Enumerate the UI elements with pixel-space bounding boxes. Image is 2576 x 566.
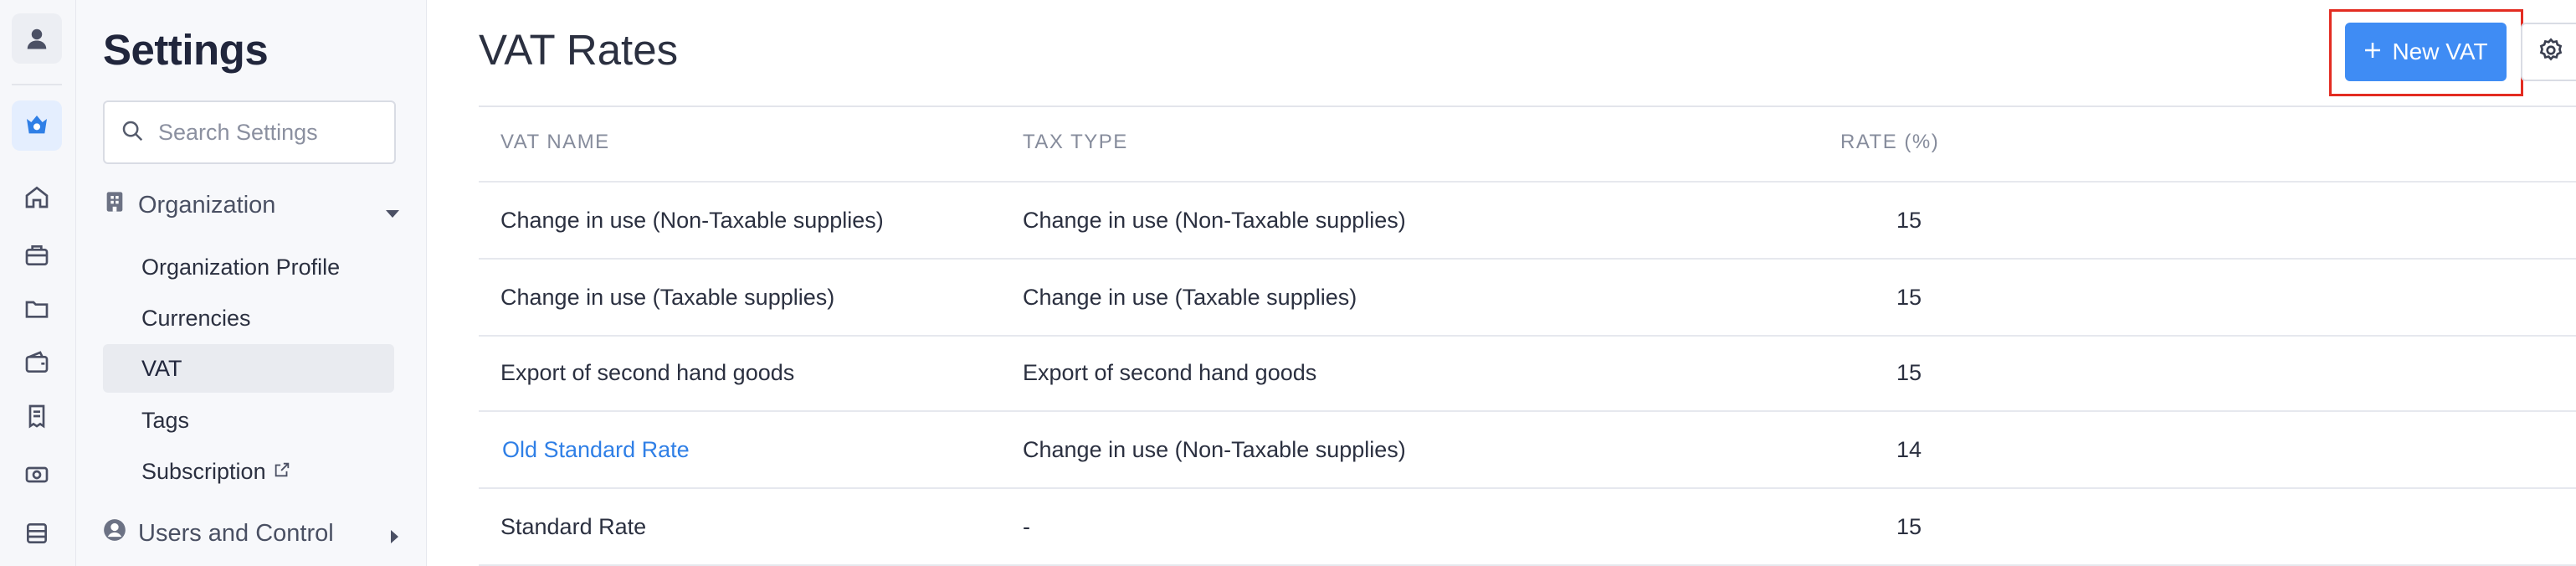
- sidebar-group-users-and-control[interactable]: Users and Control: [103, 512, 401, 554]
- vat-name-cell: Export of second hand goods: [500, 359, 795, 385]
- sidebar-item-label: Currencies: [141, 305, 251, 331]
- rate-cell: 15: [1896, 207, 1922, 233]
- sidebar-item-label: Organization Profile: [141, 254, 341, 280]
- new-vat-button[interactable]: New VAT: [2345, 23, 2507, 81]
- external-link-icon: [273, 459, 291, 485]
- tax-type-cell: Change in use (Taxable supplies): [1023, 284, 1357, 310]
- chevron-right-icon: [389, 524, 401, 552]
- money-icon[interactable]: [13, 450, 61, 499]
- rate-cell: 15: [1896, 284, 1922, 310]
- rail-divider: [12, 84, 62, 85]
- new-vat-label: New VAT: [2392, 39, 2488, 64]
- icon-rail: [0, 0, 76, 566]
- database-icon[interactable]: [13, 509, 61, 558]
- sidebar-group-label: Organization: [138, 191, 276, 219]
- sidebar-item-vat[interactable]: VAT: [103, 344, 394, 393]
- vat-name-link[interactable]: Old Standard Rate: [502, 412, 690, 487]
- rate-cell: 14: [1896, 436, 1922, 462]
- wallet-icon[interactable]: [13, 338, 61, 387]
- home-icon[interactable]: [13, 172, 61, 221]
- settings-sidebar: Settings Organization Organization Profi…: [76, 0, 427, 566]
- chevron-down-icon: [384, 199, 401, 227]
- sidebar-item-organization-profile[interactable]: Organization Profile: [103, 243, 394, 291]
- sidebar-title: Settings: [103, 26, 269, 74]
- table-row[interactable]: Change in use (Taxable supplies) Change …: [479, 260, 2576, 337]
- rate-cell: 15: [1896, 513, 1922, 539]
- sidebar-group-organization[interactable]: Organization: [103, 184, 401, 226]
- search-icon: [120, 118, 145, 147]
- receipt-icon[interactable]: [13, 392, 61, 440]
- user-circle-icon: [103, 518, 126, 548]
- building-icon: [103, 189, 126, 221]
- brand-logo-icon[interactable]: [12, 100, 62, 151]
- sidebar-item-label: Subscription: [141, 458, 266, 484]
- page-title: VAT Rates: [479, 26, 679, 74]
- sidebar-item-currencies[interactable]: Currencies: [103, 294, 394, 342]
- gear-icon: [2538, 37, 2564, 68]
- table-row[interactable]: Export of second hand goods Export of se…: [479, 335, 2576, 412]
- vat-name-cell: Standard Rate: [500, 513, 647, 539]
- vat-name-cell: Change in use (Taxable supplies): [500, 284, 835, 310]
- table-row[interactable]: Change in use (Non-Taxable supplies) Cha…: [479, 183, 2576, 260]
- tax-type-cell: Export of second hand goods: [1023, 359, 1317, 385]
- plus-icon: [2363, 39, 2382, 65]
- sidebar-item-label: Tags: [141, 407, 190, 433]
- user-icon[interactable]: [12, 13, 62, 64]
- search-box[interactable]: [103, 100, 396, 164]
- settings-gear-button[interactable]: [2521, 23, 2576, 81]
- sidebar-item-tags[interactable]: Tags: [103, 396, 394, 445]
- tax-type-cell: Change in use (Non-Taxable supplies): [1023, 436, 1406, 462]
- folder-icon[interactable]: [13, 285, 61, 333]
- tax-type-cell: -: [1023, 513, 1030, 539]
- briefcase-icon[interactable]: [13, 231, 61, 280]
- sidebar-item-subscription[interactable]: Subscription: [103, 447, 394, 496]
- table-row[interactable]: Standard Rate - 15: [479, 489, 2576, 566]
- search-input[interactable]: [157, 118, 394, 147]
- vat-name-cell: Change in use (Non-Taxable supplies): [500, 207, 884, 233]
- sidebar-item-label: VAT: [141, 355, 182, 381]
- main-content: VAT Rates New VAT VAT NAME TAX TYPE RATE…: [427, 0, 2576, 566]
- sidebar-group-label: Users and Control: [138, 519, 334, 547]
- table-header-row: [479, 105, 2576, 183]
- tax-type-cell: Change in use (Non-Taxable supplies): [1023, 207, 1406, 233]
- table-row[interactable]: Old Standard Rate Change in use (Non-Tax…: [479, 412, 2576, 489]
- rate-cell: 15: [1896, 359, 1922, 385]
